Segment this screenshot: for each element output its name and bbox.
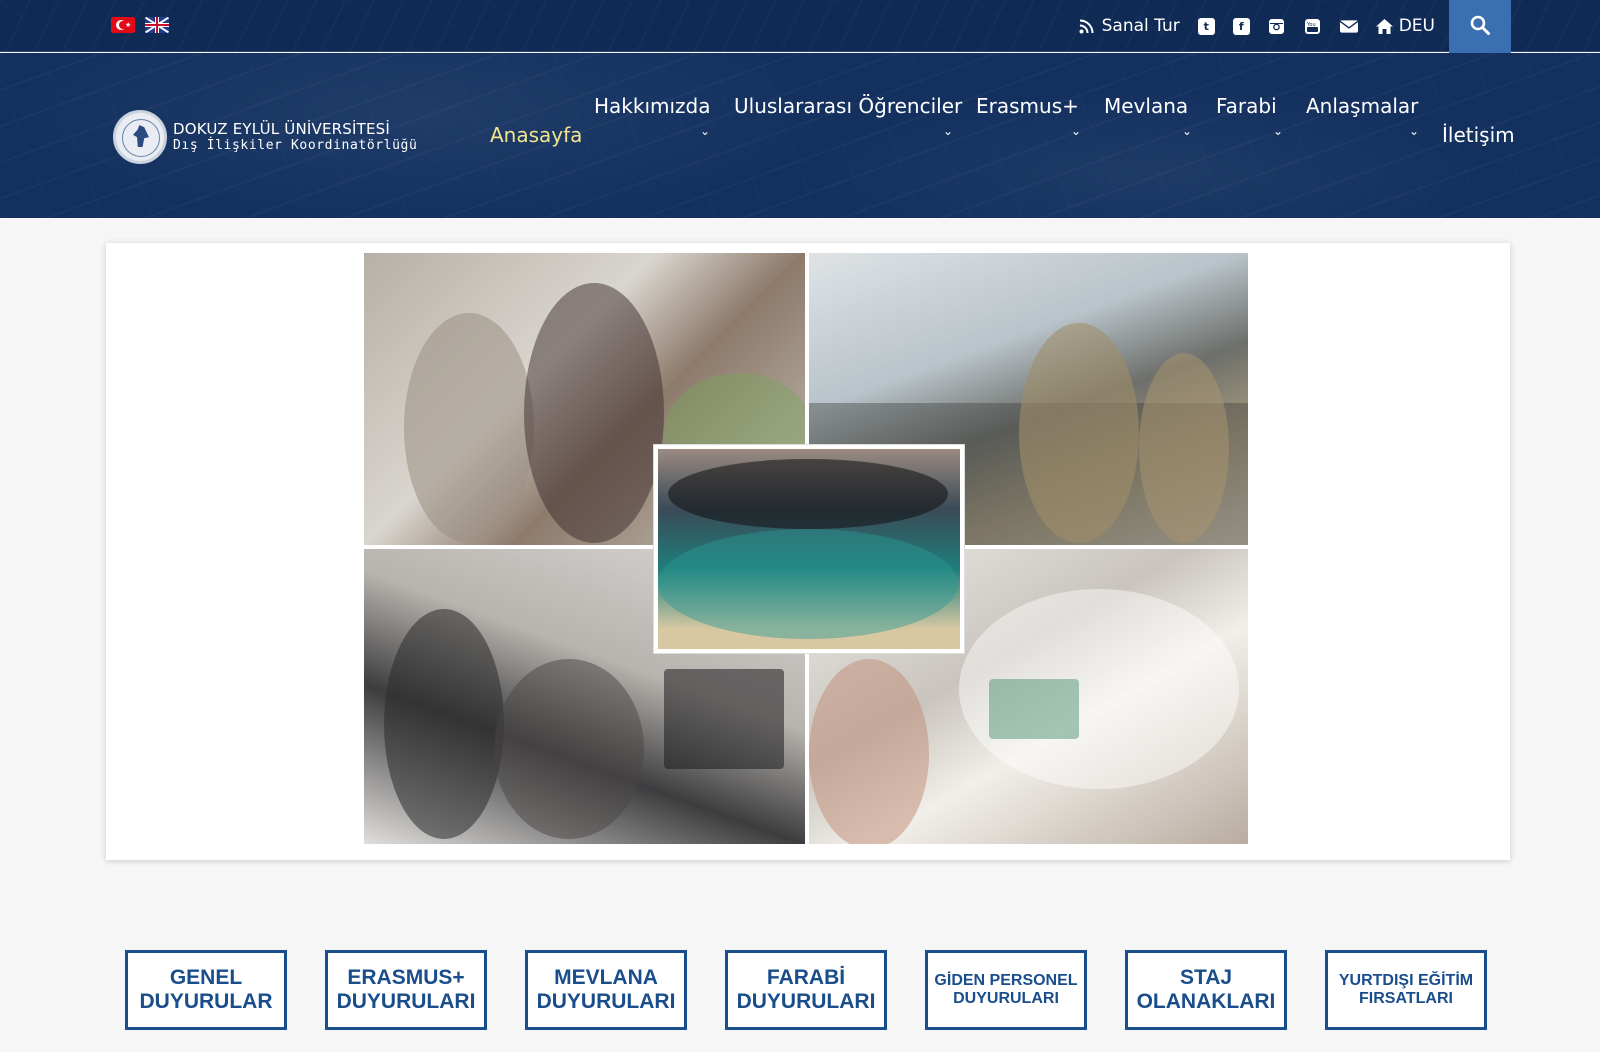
- nav-mevlana[interactable]: Mevlana: [1104, 94, 1188, 118]
- button-label-line1: MEVLANA: [554, 965, 658, 989]
- deu-label: DEU: [1398, 16, 1435, 36]
- logo-university-name: DOKUZ EYLÜL ÜNİVERSİTESİ: [173, 119, 391, 138]
- search-icon: [1470, 15, 1490, 39]
- giden-personel-duyurulari-button[interactable]: GİDEN PERSONEL DUYURULARI: [925, 950, 1087, 1030]
- chevron-down-icon[interactable]: ⌄: [700, 124, 710, 138]
- nav-anlasmalar[interactable]: Anlaşmalar: [1306, 94, 1418, 118]
- nav-farabi[interactable]: Farabi: [1216, 94, 1277, 118]
- nav-iletisim[interactable]: İletişim: [1442, 123, 1515, 147]
- button-label-line1: FARABİ: [766, 965, 846, 989]
- nav-uluslararasi-ogrenciler[interactable]: Uluslararası Öğrenciler: [734, 94, 962, 118]
- button-label-line2: OLANAKLARI: [1136, 990, 1276, 1013]
- rss-icon: [1078, 17, 1096, 35]
- logo-department-name: Dış İlişkiler Koordinatörlüğü: [173, 138, 418, 154]
- uk-flag-icon[interactable]: [145, 17, 169, 33]
- mevlana-duyurulari-button[interactable]: MEVLANA DUYURULARI: [525, 950, 687, 1030]
- staj-olanaklari-button[interactable]: STAJ OLANAKLARI: [1125, 950, 1287, 1030]
- button-label-line1: ERASMUS+: [347, 965, 465, 989]
- button-label-line1: STAJ: [1179, 965, 1233, 989]
- university-seal-icon: [113, 110, 167, 164]
- farabi-duyurulari-button[interactable]: FARABİ DUYURULARI: [725, 950, 887, 1030]
- sanal-tur-link[interactable]: Sanal Tur: [1078, 16, 1180, 36]
- button-label-line2: DUYURULARI: [336, 990, 476, 1013]
- facebook-icon[interactable]: f: [1232, 17, 1250, 35]
- sanal-tur-label: Sanal Tur: [1101, 16, 1180, 36]
- main-header: DOKUZ EYLÜL ÜNİVERSİTESİ Dış İlişkiler K…: [0, 53, 1600, 218]
- twitter-icon[interactable]: t: [1197, 17, 1215, 35]
- chevron-down-icon[interactable]: ⌄: [1273, 124, 1283, 138]
- chevron-down-icon[interactable]: ⌄: [943, 124, 953, 138]
- button-label-line2: DUYURULARI: [736, 990, 876, 1013]
- chevron-down-icon[interactable]: ⌄: [1182, 124, 1192, 138]
- envelope-icon[interactable]: [1339, 17, 1358, 35]
- home-icon: [1376, 17, 1394, 35]
- top-bar: ★ Sanal Tur t f You DEU: [0, 0, 1600, 53]
- chevron-down-icon[interactable]: ⌄: [1071, 124, 1081, 138]
- button-label-line1: GENEL: [169, 965, 243, 989]
- logo-text: DOKUZ EYLÜL ÜNİVERSİTESİ Dış İlişkiler K…: [173, 120, 417, 155]
- yurtdisi-egitim-firsatlari-button[interactable]: YURTDIŞI EĞİTİM FIRSATLARI: [1325, 950, 1487, 1030]
- button-label-line2: DUYURULARI: [953, 990, 1059, 1007]
- button-label-line1: YURTDIŞI EĞİTİM: [1338, 971, 1474, 989]
- turkish-flag-icon[interactable]: ★: [111, 17, 135, 33]
- top-links: Sanal Tur t f You DEU: [1078, 0, 1435, 52]
- search-button[interactable]: [1449, 0, 1511, 53]
- chevron-down-icon[interactable]: ⌄: [1409, 124, 1419, 138]
- nav-erasmus[interactable]: Erasmus+: [976, 94, 1079, 118]
- nav-hakkimizda[interactable]: Hakkımızda: [594, 94, 711, 118]
- language-flags: ★: [111, 17, 169, 33]
- button-label-line2: DUYURULAR: [139, 990, 273, 1013]
- hero-collage-image: [364, 253, 1248, 844]
- erasmus-duyurulari-button[interactable]: ERASMUS+ DUYURULARI: [325, 950, 487, 1030]
- deu-home-link[interactable]: DEU: [1376, 16, 1435, 36]
- button-label-line1: GİDEN PERSONEL: [934, 971, 1078, 989]
- collage-photo-graduation: [654, 445, 964, 653]
- instagram-icon[interactable]: [1268, 17, 1286, 35]
- genel-duyurular-button[interactable]: GENEL DUYURULAR: [125, 950, 287, 1030]
- site-logo[interactable]: DOKUZ EYLÜL ÜNİVERSİTESİ Dış İlişkiler K…: [113, 110, 417, 164]
- youtube-icon[interactable]: You: [1304, 17, 1322, 35]
- button-label-line2: DUYURULARI: [536, 990, 676, 1013]
- nav-anasayfa[interactable]: Anasayfa: [490, 123, 582, 147]
- button-label-line2: FIRSATLARI: [1359, 990, 1453, 1007]
